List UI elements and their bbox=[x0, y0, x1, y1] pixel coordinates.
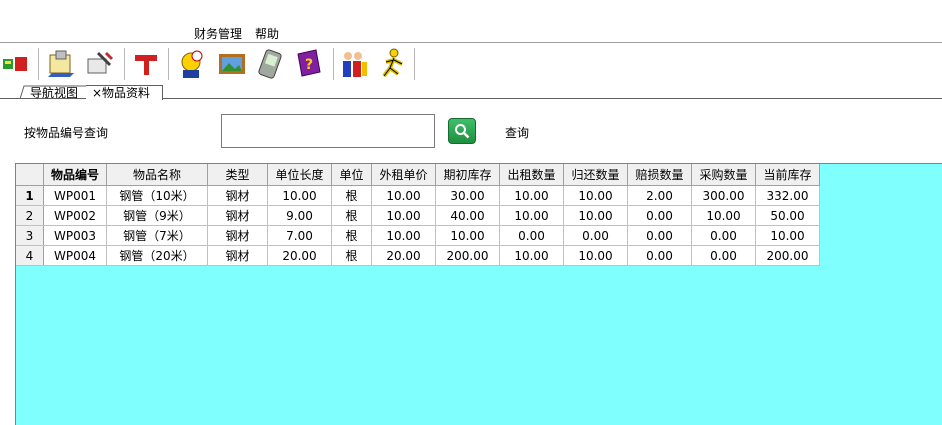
cell-returned-qty[interactable]: 10.00 bbox=[563, 185, 628, 206]
col-header-unit[interactable]: 单位 bbox=[331, 164, 372, 186]
cell-type[interactable]: 钢材 bbox=[207, 245, 268, 266]
cell-rental-price[interactable]: 10.00 bbox=[371, 225, 436, 246]
cell-unit-length[interactable]: 10.00 bbox=[267, 185, 332, 206]
table-row[interactable]: 4 WP004 钢管（20米） 钢材 20.00 根 20.00 200.00 … bbox=[16, 245, 820, 266]
svg-text:?: ? bbox=[305, 57, 313, 73]
col-header-damaged-qty[interactable]: 赔损数量 bbox=[627, 164, 692, 186]
search-icon bbox=[455, 124, 470, 139]
cell-unit-length[interactable]: 7.00 bbox=[267, 225, 332, 246]
group-users-icon[interactable] bbox=[338, 47, 370, 81]
row-number[interactable]: 4 bbox=[16, 245, 44, 266]
cell-item-code[interactable]: WP003 bbox=[43, 225, 107, 246]
col-header-type[interactable]: 类型 bbox=[207, 164, 268, 186]
col-header-opening-stock[interactable]: 期初库存 bbox=[435, 164, 500, 186]
help-book-icon[interactable]: ? bbox=[292, 47, 324, 81]
cell-rented-qty[interactable]: 10.00 bbox=[499, 245, 564, 266]
cell-returned-qty[interactable]: 10.00 bbox=[563, 245, 628, 266]
cell-item-code[interactable]: WP004 bbox=[43, 245, 107, 266]
col-header-rented-qty[interactable]: 出租数量 bbox=[499, 164, 564, 186]
tab-item-info[interactable]: ×物品资料 bbox=[86, 85, 163, 100]
cell-current-stock[interactable]: 10.00 bbox=[755, 225, 820, 246]
col-header-purchased-qty[interactable]: 采购数量 bbox=[691, 164, 756, 186]
col-header-item-name[interactable]: 物品名称 bbox=[106, 164, 208, 186]
cell-rental-price[interactable]: 10.00 bbox=[371, 205, 436, 226]
cell-type[interactable]: 钢材 bbox=[207, 225, 268, 246]
cell-current-stock[interactable]: 50.00 bbox=[755, 205, 820, 226]
cell-item-name[interactable]: 钢管（9米） bbox=[106, 205, 208, 226]
cell-rental-price[interactable]: 10.00 bbox=[371, 185, 436, 206]
cell-opening-stock[interactable]: 10.00 bbox=[435, 225, 500, 246]
handheld-icon[interactable] bbox=[255, 47, 287, 81]
query-button-label[interactable]: 查询 bbox=[505, 124, 529, 141]
cell-damaged-qty[interactable]: 0.00 bbox=[627, 205, 692, 226]
tools-icon[interactable] bbox=[84, 47, 116, 81]
cell-current-stock[interactable]: 200.00 bbox=[755, 245, 820, 266]
cell-purchased-qty[interactable]: 0.00 bbox=[691, 245, 756, 266]
cell-damaged-qty[interactable]: 2.00 bbox=[627, 185, 692, 206]
cell-purchased-qty[interactable]: 0.00 bbox=[691, 225, 756, 246]
cell-opening-stock[interactable]: 30.00 bbox=[435, 185, 500, 206]
notepad-icon[interactable] bbox=[46, 47, 78, 81]
clock-user-icon[interactable] bbox=[175, 47, 207, 81]
cell-purchased-qty[interactable]: 300.00 bbox=[691, 185, 756, 206]
cell-rented-qty[interactable]: 10.00 bbox=[499, 205, 564, 226]
hammer-icon[interactable] bbox=[130, 47, 162, 81]
search-button[interactable] bbox=[448, 118, 476, 144]
toolbar: ? bbox=[0, 43, 942, 85]
cell-current-stock[interactable]: 332.00 bbox=[755, 185, 820, 206]
cell-item-name[interactable]: 钢管（10米） bbox=[106, 185, 208, 206]
cell-type[interactable]: 钢材 bbox=[207, 185, 268, 206]
cell-rental-price[interactable]: 20.00 bbox=[371, 245, 436, 266]
picture-icon[interactable] bbox=[216, 47, 248, 81]
traffic-light-icon[interactable] bbox=[0, 47, 32, 81]
cell-item-code[interactable]: WP002 bbox=[43, 205, 107, 226]
cell-unit[interactable]: 根 bbox=[331, 225, 372, 246]
cell-opening-stock[interactable]: 200.00 bbox=[435, 245, 500, 266]
cell-damaged-qty[interactable]: 0.00 bbox=[627, 245, 692, 266]
table-row[interactable]: 3 WP003 钢管（7米） 钢材 7.00 根 10.00 10.00 0.0… bbox=[16, 225, 820, 246]
col-header-returned-qty[interactable]: 归还数量 bbox=[563, 164, 628, 186]
cell-damaged-qty[interactable]: 0.00 bbox=[627, 225, 692, 246]
cell-rented-qty[interactable]: 10.00 bbox=[499, 185, 564, 206]
cell-item-name[interactable]: 钢管（7米） bbox=[106, 225, 208, 246]
col-header-rental-price[interactable]: 外租单价 bbox=[371, 164, 436, 186]
cell-unit-length[interactable]: 9.00 bbox=[267, 205, 332, 226]
row-number[interactable]: 2 bbox=[16, 205, 44, 226]
table-row[interactable]: 1 WP001 钢管（10米） 钢材 10.00 根 10.00 30.00 1… bbox=[16, 185, 820, 206]
runner-icon[interactable] bbox=[377, 47, 409, 81]
col-header-current-stock[interactable]: 当前库存 bbox=[755, 164, 820, 186]
cell-unit[interactable]: 根 bbox=[331, 245, 372, 266]
cell-purchased-qty[interactable]: 10.00 bbox=[691, 205, 756, 226]
cell-rented-qty[interactable]: 0.00 bbox=[499, 225, 564, 246]
col-header-item-code[interactable]: 物品编号 bbox=[43, 164, 107, 186]
row-number[interactable]: 3 bbox=[16, 225, 44, 246]
menu-finance[interactable]: 财务管理 bbox=[194, 25, 242, 42]
item-code-search-input[interactable] bbox=[221, 114, 435, 148]
cell-returned-qty[interactable]: 0.00 bbox=[563, 225, 628, 246]
cell-unit[interactable]: 根 bbox=[331, 205, 372, 226]
cell-returned-qty[interactable]: 10.00 bbox=[563, 205, 628, 226]
cell-item-code[interactable]: WP001 bbox=[43, 185, 107, 206]
item-grid: 物品编号 物品名称 类型 单位长度 单位 外租单价 期初库存 出租数量 归还数量… bbox=[16, 164, 820, 266]
cell-item-name[interactable]: 钢管（20米） bbox=[106, 245, 208, 266]
col-header-unit-length[interactable]: 单位长度 bbox=[267, 164, 332, 186]
table-row[interactable]: 2 WP002 钢管（9米） 钢材 9.00 根 10.00 40.00 10.… bbox=[16, 205, 820, 226]
menu-help[interactable]: 帮助 bbox=[255, 25, 279, 42]
cell-unit[interactable]: 根 bbox=[331, 185, 372, 206]
cell-opening-stock[interactable]: 40.00 bbox=[435, 205, 500, 226]
menu-bar: 财务管理 帮助 bbox=[0, 0, 942, 42]
query-label: 按物品编号查询 bbox=[24, 126, 109, 140]
cell-unit-length[interactable]: 20.00 bbox=[267, 245, 332, 266]
row-number[interactable]: 1 bbox=[16, 185, 44, 206]
grid-corner bbox=[16, 164, 44, 186]
cell-type[interactable]: 钢材 bbox=[207, 205, 268, 226]
